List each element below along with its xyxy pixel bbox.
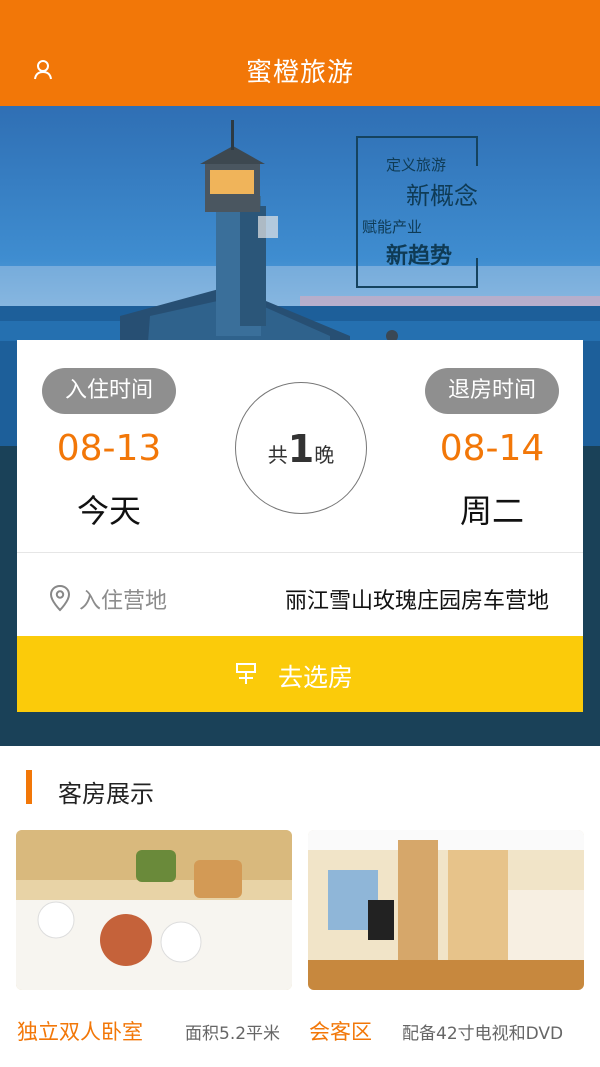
divider — [17, 552, 583, 553]
slogan-line: 赋能产业 — [362, 218, 423, 236]
camp-label: 入住营地 — [79, 589, 168, 614]
slogan-line: 新概念 — [406, 182, 478, 210]
room-desc: 面积5.2平米 — [185, 1024, 281, 1044]
choose-room-button[interactable]: 去选房 — [17, 636, 583, 712]
nights-count: 1 — [287, 427, 315, 471]
checkin-day[interactable]: 今天 — [19, 486, 199, 532]
room-image-lounge[interactable] — [308, 830, 584, 990]
booking-card: 入住时间 退房时间 08-13 08-14 今天 周二 共1晚 入住营地 丽江雪… — [17, 340, 583, 712]
app-header: 蜜橙旅游 — [0, 0, 600, 106]
location-pin-icon — [49, 584, 71, 612]
app-title: 蜜橙旅游 — [245, 58, 354, 88]
section-accent-bar — [26, 770, 32, 804]
checkout-date[interactable]: 08-14 — [402, 428, 582, 469]
slogan-line: 新趋势 — [386, 244, 453, 269]
slogan-box: 定义旅游 新概念 赋能产业 新趋势 — [356, 136, 478, 288]
choose-room-label: 去选房 — [278, 663, 354, 692]
nights-suffix: 晚 — [314, 443, 335, 467]
section-title: 客房展示 — [58, 780, 154, 808]
checkin-label[interactable]: 入住时间 — [42, 368, 176, 414]
checkin-date[interactable]: 08-13 — [19, 428, 199, 469]
nights-prefix: 共 — [267, 443, 288, 467]
room-image-bedroom[interactable] — [16, 830, 292, 990]
checkout-label[interactable]: 退房时间 — [425, 368, 559, 414]
nights-circle: 共1晚 — [235, 382, 367, 514]
room-name[interactable]: 会客区 — [309, 1016, 372, 1046]
room-name[interactable]: 独立双人卧室 — [17, 1016, 143, 1046]
room-desc: 配备42寸电视和DVD — [402, 1024, 564, 1044]
bed-icon — [233, 660, 259, 688]
checkout-day[interactable]: 周二 — [402, 486, 582, 532]
slogan-line: 定义旅游 — [386, 156, 447, 174]
camp-value[interactable]: 丽江雪山玫瑰庄园房车营地 — [285, 583, 549, 615]
